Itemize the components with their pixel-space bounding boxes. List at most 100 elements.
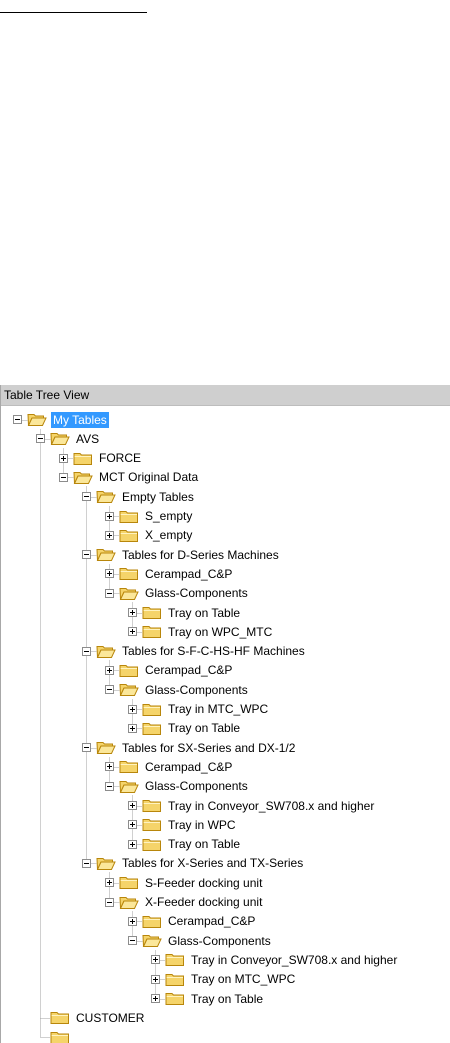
- tree-node-label[interactable]: Cerampad_C&P: [143, 662, 234, 678]
- tree-node-label[interactable]: Cerampad_C&P: [143, 566, 234, 582]
- tree-node-label[interactable]: Tray on Table: [166, 605, 242, 621]
- tree-node[interactable]: Tray in WPC: [128, 815, 238, 834]
- tree-node[interactable]: Glass-Components: [105, 680, 250, 699]
- collapse-minus-icon[interactable]: [59, 472, 68, 482]
- tree-node[interactable]: My Tables: [13, 410, 109, 429]
- collapse-minus-icon[interactable]: [82, 743, 91, 753]
- tree-node[interactable]: Tables for X-Series and TX-Series: [82, 854, 305, 873]
- tree-node-label[interactable]: Tray on Table: [166, 836, 242, 852]
- expand-plus-icon[interactable]: [128, 608, 137, 617]
- tree-node[interactable]: Cerampad_C&P: [105, 564, 234, 583]
- tree-node[interactable]: Glass-Components: [128, 931, 273, 950]
- tree-node-label[interactable]: Tables for S-F-C-HS-HF Machines: [120, 643, 307, 659]
- tree-node-label[interactable]: Tray in MTC_WPC: [166, 701, 270, 717]
- collapse-minus-icon[interactable]: [82, 646, 91, 656]
- tree-node-label[interactable]: Cerampad_C&P: [143, 759, 234, 775]
- expand-plus-icon[interactable]: [151, 994, 160, 1003]
- collapse-minus-icon[interactable]: [105, 897, 114, 907]
- folder-icon: [165, 954, 184, 967]
- tree-node-label[interactable]: MCT Original Data: [97, 469, 200, 485]
- tree-node-label[interactable]: Tray in Conveyor_SW708.x and higher: [189, 952, 399, 968]
- tree-node-label[interactable]: Cerampad_C&P: [166, 913, 257, 929]
- tree-node[interactable]: MCT Original Data: [59, 468, 200, 487]
- tree-node[interactable]: Tray on Table: [128, 603, 242, 622]
- expand-plus-icon[interactable]: [128, 820, 137, 830]
- folder-icon: [142, 915, 161, 928]
- tree-node-label[interactable]: CUSTOMER: [74, 1010, 146, 1026]
- tree-node-label[interactable]: Tray on MTC_WPC: [189, 971, 297, 987]
- expand-plus-icon[interactable]: [59, 453, 68, 463]
- tree-node-label[interactable]: Tray on Table: [166, 720, 242, 736]
- tree-node[interactable]: Tray in Conveyor_SW708.x and higher: [128, 796, 376, 815]
- tree-node[interactable]: Tray in Conveyor_SW708.x and higher: [151, 950, 399, 969]
- tree-node[interactable]: Cerampad_C&P: [105, 661, 234, 680]
- expand-plus-icon[interactable]: [105, 511, 114, 521]
- expand-plus-icon[interactable]: [128, 704, 137, 714]
- tree-node[interactable]: Tray on WPC_MTC: [128, 622, 274, 641]
- tree-node-label[interactable]: Glass-Components: [166, 933, 273, 949]
- expand-plus-icon[interactable]: [105, 878, 114, 888]
- tree-node[interactable]: Cerampad_C&P: [128, 912, 257, 931]
- tree-node-label[interactable]: Glass-Components: [143, 682, 250, 698]
- tree-node-label[interactable]: My Tables: [51, 411, 109, 428]
- tree-node-label[interactable]: Tray on Table: [189, 991, 265, 1007]
- tree-node-label[interactable]: AVS: [74, 431, 101, 447]
- tree-node-label[interactable]: Tray on WPC_MTC: [166, 624, 274, 640]
- tree-node[interactable]: Cerampad_C&P: [105, 757, 234, 776]
- tree-node[interactable]: S_empty: [105, 507, 194, 526]
- collapse-minus-icon[interactable]: [82, 550, 91, 560]
- tree-node-label[interactable]: Empty Tables: [120, 489, 196, 505]
- tree-node[interactable]: [36, 1028, 78, 1043]
- tree-node[interactable]: Empty Tables: [82, 487, 196, 506]
- expand-plus-icon[interactable]: [128, 916, 137, 926]
- expand-plus-icon[interactable]: [128, 839, 137, 849]
- tree-node[interactable]: X_empty: [105, 526, 194, 545]
- tree-node-label[interactable]: Tray in Conveyor_SW708.x and higher: [166, 798, 376, 814]
- tree-node-label[interactable]: X_empty: [143, 527, 194, 543]
- expand-plus-icon[interactable]: [151, 955, 160, 965]
- expand-plus-icon[interactable]: [128, 627, 137, 637]
- tree-node-label[interactable]: FORCE: [97, 450, 143, 466]
- tree-node[interactable]: S-Feeder docking unit: [105, 873, 264, 892]
- expand-plus-icon[interactable]: [105, 762, 114, 772]
- expand-plus-icon[interactable]: [128, 723, 137, 733]
- collapse-minus-icon[interactable]: [82, 858, 91, 868]
- expand-plus-icon[interactable]: [151, 974, 160, 984]
- collapse-minus-icon[interactable]: [105, 781, 114, 791]
- tree-node[interactable]: Tray on Table: [128, 719, 242, 738]
- tree-node[interactable]: AVS: [36, 429, 101, 448]
- tree-node-label[interactable]: S-Feeder docking unit: [143, 875, 264, 891]
- expand-plus-icon[interactable]: [105, 665, 114, 675]
- tree-node[interactable]: FORCE: [59, 449, 143, 468]
- tree-node[interactable]: Tables for S-F-C-HS-HF Machines: [82, 642, 307, 661]
- tree-node-label[interactable]: Tables for SX-Series and DX-1/2: [120, 740, 297, 756]
- collapse-minus-icon[interactable]: [36, 434, 45, 444]
- tree-node-label[interactable]: Tables for X-Series and TX-Series: [120, 855, 305, 871]
- collapse-minus-icon[interactable]: [128, 936, 137, 946]
- collapse-minus-icon[interactable]: [105, 588, 114, 598]
- table-tree[interactable]: My Tables AVS FORCE MCT Original Data Empty …: [1, 406, 450, 1043]
- tree-node[interactable]: Glass-Components: [105, 584, 250, 603]
- expand-plus-icon[interactable]: [105, 530, 114, 540]
- collapse-minus-icon[interactable]: [105, 685, 114, 695]
- tree-node[interactable]: Tables for D-Series Machines: [82, 545, 281, 564]
- collapse-minus-icon[interactable]: [82, 492, 91, 502]
- tree-node-label[interactable]: S_empty: [143, 508, 194, 524]
- tree-node-label[interactable]: Glass-Components: [143, 778, 250, 794]
- open-folder-icon: [96, 645, 116, 658]
- tree-node[interactable]: X-Feeder docking unit: [105, 893, 264, 912]
- tree-node-label[interactable]: X-Feeder docking unit: [143, 894, 264, 910]
- tree-node[interactable]: CUSTOMER: [36, 1008, 146, 1027]
- collapse-minus-icon[interactable]: [13, 415, 22, 424]
- tree-node-label[interactable]: Tables for D-Series Machines: [120, 547, 281, 563]
- tree-node[interactable]: Glass-Components: [105, 777, 250, 796]
- tree-node-label[interactable]: Tray in WPC: [166, 817, 238, 833]
- tree-node-label[interactable]: Glass-Components: [143, 585, 250, 601]
- tree-node[interactable]: Tray on Table: [151, 989, 265, 1008]
- expand-plus-icon[interactable]: [128, 801, 137, 810]
- tree-node[interactable]: Tray on MTC_WPC: [151, 970, 297, 989]
- tree-node[interactable]: Tray in MTC_WPC: [128, 700, 270, 719]
- tree-node[interactable]: Tray on Table: [128, 835, 242, 854]
- tree-node[interactable]: Tables for SX-Series and DX-1/2: [82, 738, 297, 757]
- expand-plus-icon[interactable]: [105, 569, 114, 579]
